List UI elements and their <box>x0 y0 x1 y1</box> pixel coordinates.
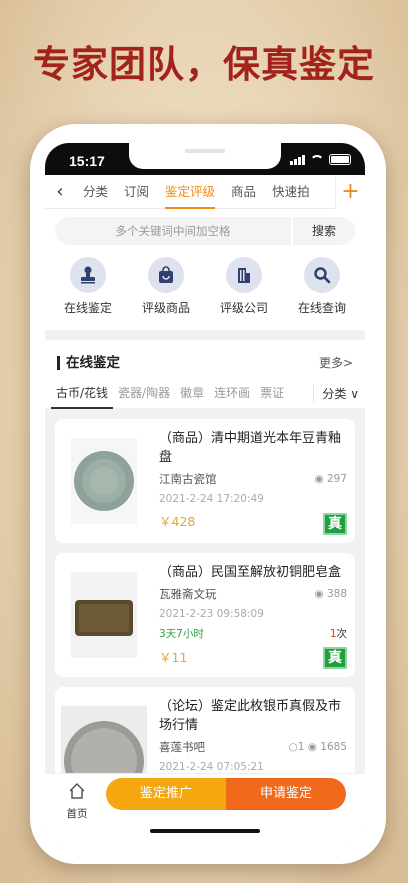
home-tab[interactable]: 首页 <box>59 782 95 821</box>
tab-subscribe[interactable]: 订阅 <box>116 175 157 209</box>
item-image <box>61 429 147 533</box>
category-tickets[interactable]: 票证 <box>255 379 289 409</box>
home-label: 首页 <box>66 808 88 820</box>
comment-icon: ○ <box>288 741 298 753</box>
search-input[interactable]: 多个关键词中间加空格 <box>55 217 291 245</box>
tab-appraisal[interactable]: 鉴定评级 <box>157 175 223 209</box>
item-shop: 瓦雅斋文玩 <box>159 587 217 601</box>
search-row: 多个关键词中间加空格 搜索 <box>45 209 365 249</box>
status-bar: 15:17 <box>45 143 365 175</box>
top-tab-bar: ‹ 分类 订阅 鉴定评级 商品 快速拍 + <box>45 174 365 209</box>
bottom-bar: 首页 鉴定推广 申请鉴定 <box>45 773 365 847</box>
stats: ○1 ◉ 1685 <box>288 741 347 753</box>
category-coins[interactable]: 古币/花钱 <box>51 379 114 409</box>
action-label: 评级商品 <box>141 301 190 315</box>
tab-list: 分类 订阅 鉴定评级 商品 快速拍 <box>75 175 335 209</box>
status-time: 15:17 <box>69 153 105 169</box>
magnifier-icon <box>304 257 340 293</box>
item-title: （商品）清中期道光本年豆青釉盘 <box>159 431 342 465</box>
item-price: ￥428 <box>159 514 196 529</box>
action-label: 评级公司 <box>219 301 268 315</box>
view-count: ◉ 297 <box>314 473 347 485</box>
category-tabs: 古币/花钱 瓷器/陶器 徽章 连环画 票证 分类 ∨ <box>45 379 365 409</box>
list-item[interactable]: （商品）民国至解放初铜肥皂盒 瓦雅斋文玩 ◉ 388 2021-2-23 09:… <box>55 553 355 677</box>
category-comics[interactable]: 连环画 <box>209 379 255 409</box>
view-count: ◉ 388 <box>314 588 347 600</box>
eye-icon: ◉ <box>314 473 324 485</box>
authentic-badge: 真 <box>323 647 347 669</box>
action-online-query[interactable]: 在线查询 <box>283 257 361 316</box>
action-label: 在线查询 <box>297 301 346 315</box>
search-button[interactable]: 搜索 <box>291 217 355 245</box>
authentic-badge: 真 <box>323 513 347 535</box>
action-online-appraisal[interactable]: 在线鉴定 <box>49 257 127 316</box>
signal-icon <box>290 155 305 165</box>
section-header: 在线鉴定 更多> <box>45 340 365 379</box>
item-date: 2021-2-24 07:05:21 <box>159 761 264 773</box>
shopping-bag-icon <box>148 257 184 293</box>
list-item[interactable]: （商品）清中期道光本年豆青釉盘 江南古瓷馆 ◉ 297 2021-2-24 17… <box>55 419 355 543</box>
more-link[interactable]: 更多> <box>319 354 353 371</box>
plus-icon: + <box>341 178 360 204</box>
item-date: 2021-2-23 09:58:09 <box>159 608 264 620</box>
tab-category[interactable]: 分类 <box>75 175 116 209</box>
status-icons <box>290 154 351 165</box>
category-dropdown-label: 分类 <box>322 387 347 401</box>
category-porcelain[interactable]: 瓷器/陶器 <box>113 379 175 409</box>
notch <box>129 143 281 169</box>
action-graded-goods[interactable]: 评级商品 <box>127 257 205 316</box>
app-screen: 15:17 ‹ 分类 订阅 鉴定评级 商品 快速拍 + 多个关键词中间加空格 搜… <box>45 143 365 847</box>
eye-icon: ◉ <box>314 588 324 600</box>
tab-goods[interactable]: 商品 <box>223 175 264 209</box>
countdown: 3天7小时 <box>159 628 204 640</box>
wifi-icon <box>310 155 324 165</box>
chevron-down-icon: ∨ <box>350 387 359 401</box>
apply-appraisal-button[interactable]: 申请鉴定 <box>226 778 346 810</box>
quick-actions: 在线鉴定 评级商品 评级公司 在线查询 <box>45 249 365 330</box>
promote-button[interactable]: 鉴定推广 <box>106 778 226 810</box>
appraisal-section: 在线鉴定 更多> 古币/花钱 瓷器/陶器 徽章 连环画 票证 分类 ∨ <box>45 340 365 409</box>
category-dropdown[interactable]: 分类 ∨ <box>313 385 359 402</box>
battery-icon <box>329 154 351 165</box>
stamp-icon <box>70 257 106 293</box>
eye-icon: ◉ <box>307 741 317 753</box>
item-title: （论坛）鉴定此枚银币真假及市场行情 <box>159 699 342 733</box>
building-icon <box>226 257 262 293</box>
item-list: （商品）清中期道光本年豆青釉盘 江南古瓷馆 ◉ 297 2021-2-24 17… <box>45 409 365 811</box>
category-badges[interactable]: 徽章 <box>175 379 209 409</box>
back-icon[interactable]: ‹ <box>45 181 75 202</box>
home-icon <box>69 782 85 799</box>
add-tab-button[interactable]: + <box>335 174 365 209</box>
action-label: 在线鉴定 <box>63 301 112 315</box>
item-image <box>61 563 147 667</box>
section-title: 在线鉴定 <box>57 355 120 370</box>
bid-count: 1次 <box>329 628 347 640</box>
item-price: ￥11 <box>159 650 188 665</box>
tab-quick-auction[interactable]: 快速拍 <box>264 175 318 209</box>
home-indicator <box>150 829 260 833</box>
item-title: （商品）民国至解放初铜肥皂盒 <box>159 565 342 580</box>
item-date: 2021-2-24 17:20:49 <box>159 493 264 505</box>
action-grading-company[interactable]: 评级公司 <box>205 257 283 316</box>
item-shop: 喜莲书吧 <box>159 740 205 754</box>
item-shop: 江南古瓷馆 <box>159 472 217 486</box>
promo-headline: 专家团队，保真鉴定 <box>33 42 375 86</box>
